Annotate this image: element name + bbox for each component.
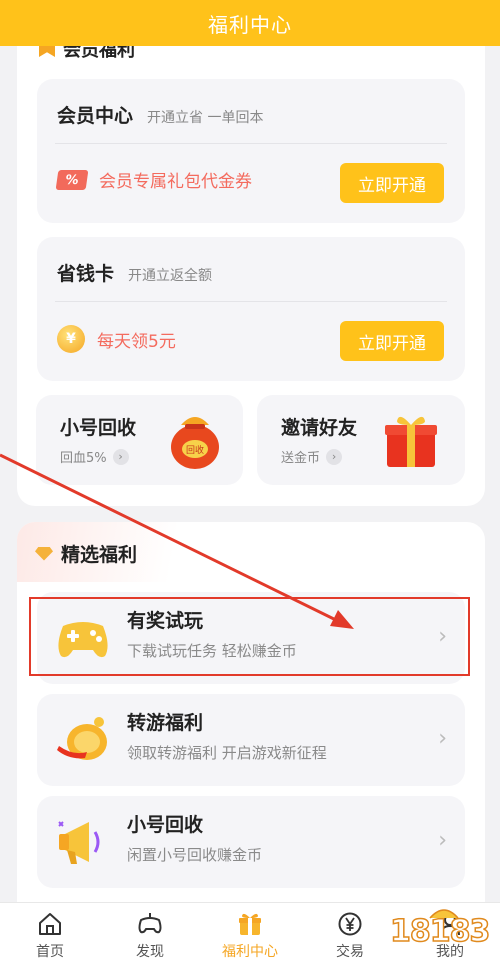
member-open-button[interactable]: 立即开通 [340,163,444,203]
divider [55,301,447,302]
list-item-account-recycle[interactable]: 小号回收 闲置小号回收赚金币 › [37,796,465,888]
page-title: 福利中心 [208,12,292,37]
transfer-game-title: 转游福利 [127,712,204,734]
highlight-frame [29,597,470,676]
diamond-icon [35,546,53,561]
coin-icon: ¥ [57,325,85,353]
saver-card-box[interactable]: 省钱卡 开通立返全额 ¥ 每天领5元 立即开通 [37,237,465,381]
chevron-right-icon: › [326,448,343,465]
chevron-right-icon: › [112,448,129,465]
list-item-transfer-game[interactable]: 转游福利 领取转游福利 开启游戏新征程 › [37,694,465,786]
chevron-right-icon: › [438,726,447,751]
account-recycle-row-subtitle: 闲置小号回收赚金币 [127,846,263,864]
home-icon [39,913,61,935]
section-title-featured: 精选福利 [35,540,137,567]
member-center-subtitle: 开通立省 一单回本 [147,110,264,126]
tab-benefits-center[interactable]: 福利中心 [200,903,300,969]
saver-card-title: 省钱卡 [57,263,115,285]
transfer-game-subtitle: 领取转游福利 开启游戏新征程 [127,744,327,762]
chevron-right-icon: › [438,828,447,853]
coin-swap-icon [57,717,107,760]
saver-open-button[interactable]: 立即开通 [340,321,444,361]
tab-trade[interactable]: 交易 [300,903,400,969]
site-watermark: 18183 [389,900,494,962]
gamepad-outline-icon [138,913,162,934]
account-recycle-row-title: 小号回收 [127,814,204,836]
saver-card-subtitle: 开通立返全额 [128,268,213,284]
gift-box-icon [385,416,437,467]
top-bar: 福利中心 [0,0,500,46]
invite-friends-title: 邀请好友 [281,417,358,439]
divider [55,143,447,144]
yen-icon [338,912,362,936]
account-recycle-card[interactable]: 小号回收 回血5% › 回收 [36,395,243,485]
tab-discover[interactable]: 发现 [100,903,200,969]
account-recycle-title: 小号回收 [60,417,137,439]
account-recycle-subtitle: 回血5% [60,451,107,466]
invite-friends-card[interactable]: 邀请好友 送金币 › [257,395,465,485]
coupon-icon: % [55,169,89,190]
gift-icon [239,913,261,935]
member-perk-text: 会员专属礼包代金券 [99,172,252,192]
money-bag-icon: 回收 [171,417,219,469]
tab-home[interactable]: 首页 [0,903,100,969]
megaphone-icon [58,821,100,864]
member-center-title: 会员中心 [57,105,134,127]
saver-perk-text: 每天领5元 [97,331,176,352]
money-bag-label: 回收 [186,444,204,456]
member-center-box[interactable]: 会员中心 开通立省 一单回本 % 会员专属礼包代金券 立即开通 [37,79,465,223]
invite-friends-subtitle: 送金币 [281,451,321,466]
